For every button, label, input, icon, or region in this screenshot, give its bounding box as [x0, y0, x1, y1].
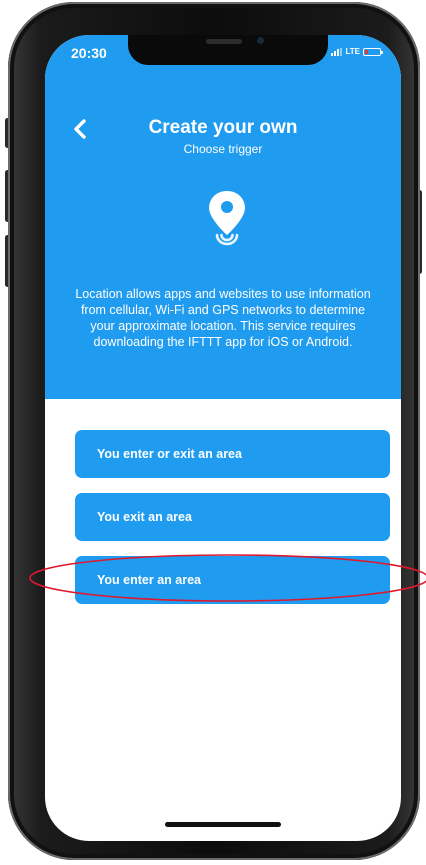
front-camera [257, 37, 264, 44]
notch [128, 35, 328, 65]
signal-icon [331, 47, 343, 56]
phone-frame: 20:30 LTE Create your own Choose trigger… [8, 2, 420, 860]
trigger-exit-area-button[interactable]: You exit an area [75, 493, 390, 541]
status-time: 20:30 [71, 45, 107, 61]
phone-screen: 20:30 LTE Create your own Choose trigger… [45, 35, 401, 841]
page-title: Create your own [148, 117, 298, 138]
service-description: Location allows apps and websites to use… [75, 287, 371, 349]
carrier-label: LTE [345, 47, 360, 56]
speaker-grille [206, 39, 242, 44]
battery-icon [363, 47, 383, 56]
home-indicator [165, 822, 281, 827]
location-pin-icon [209, 191, 245, 246]
trigger-enter-or-exit-area-button[interactable]: You enter or exit an area [75, 430, 390, 478]
highlight-ellipse-annotation [29, 554, 426, 602]
service-header-panel: 20:30 LTE Create your own Choose trigger… [45, 35, 401, 399]
screenshot-canvas: 20:30 LTE Create your own Choose trigger… [0, 0, 426, 865]
status-indicators: LTE [331, 47, 383, 56]
page-subtitle: Choose trigger [183, 142, 263, 156]
